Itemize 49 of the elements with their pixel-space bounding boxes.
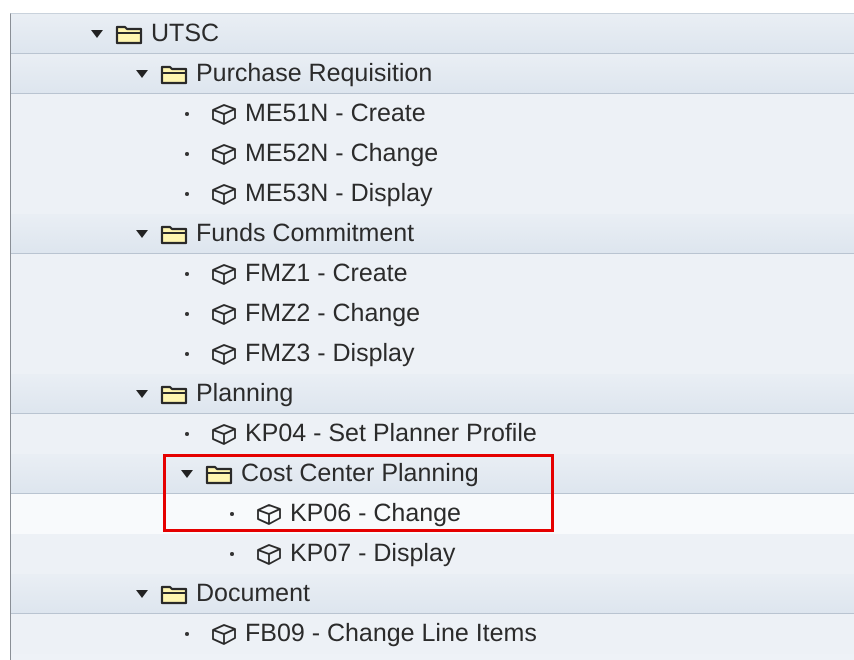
transaction-label: FB09 - Change Line Items	[245, 619, 537, 648]
bullet-icon	[185, 632, 189, 636]
bullet-icon	[185, 272, 189, 276]
expand-arrow-icon[interactable]	[91, 30, 103, 38]
bullet-icon	[185, 312, 189, 316]
cube-icon	[209, 342, 239, 366]
folder-label: Funds Commitment	[196, 219, 414, 248]
cube-icon	[209, 182, 239, 206]
bullet-icon	[230, 552, 234, 556]
bullet-icon	[185, 112, 189, 116]
folder-row[interactable]: Cost Center Planning	[11, 454, 854, 494]
transaction-label: ME51N - Create	[245, 99, 426, 128]
folder-row[interactable]: Planning	[11, 374, 854, 414]
folder-row[interactable]: Purchase Requisition	[11, 54, 854, 94]
transaction-row[interactable]: KP06 - Change	[11, 494, 854, 534]
expand-arrow-icon[interactable]	[136, 590, 148, 598]
folder-label: Purchase Requisition	[196, 59, 432, 88]
expand-arrow-icon[interactable]	[136, 390, 148, 398]
transaction-label: FMZ3 - Display	[245, 339, 414, 368]
transaction-label: ME52N - Change	[245, 139, 438, 168]
cube-icon	[209, 142, 239, 166]
folder-label: Planning	[196, 379, 294, 408]
cube-icon	[254, 542, 284, 566]
cube-icon	[209, 262, 239, 286]
folder-label: Document	[196, 579, 310, 608]
folder-label: Cost Center Planning	[241, 459, 479, 488]
cube-icon	[209, 302, 239, 326]
transaction-label: KP06 - Change	[290, 499, 461, 528]
folder-row[interactable]: Funds Commitment	[11, 214, 854, 254]
bullet-icon	[185, 352, 189, 356]
transaction-label: FMZ2 - Change	[245, 299, 420, 328]
cube-icon	[209, 422, 239, 446]
cube-icon	[209, 622, 239, 646]
cube-icon	[209, 102, 239, 126]
bullet-icon	[185, 152, 189, 156]
transaction-label: FMZ1 - Create	[245, 259, 408, 288]
transaction-label: KP04 - Set Planner Profile	[245, 419, 537, 448]
bullet-icon	[185, 192, 189, 196]
cube-icon	[254, 502, 284, 526]
expand-arrow-icon[interactable]	[136, 70, 148, 78]
transaction-label: KP07 - Display	[290, 539, 456, 568]
transaction-label: ME53N - Display	[245, 179, 433, 208]
folder-row[interactable]: UTSC	[11, 14, 854, 54]
bullet-icon	[185, 432, 189, 436]
expand-arrow-icon[interactable]	[181, 470, 193, 478]
bullet-icon	[230, 512, 234, 516]
folder-row[interactable]: Document	[11, 574, 854, 614]
expand-arrow-icon[interactable]	[136, 230, 148, 238]
folder-label: UTSC	[151, 19, 220, 48]
